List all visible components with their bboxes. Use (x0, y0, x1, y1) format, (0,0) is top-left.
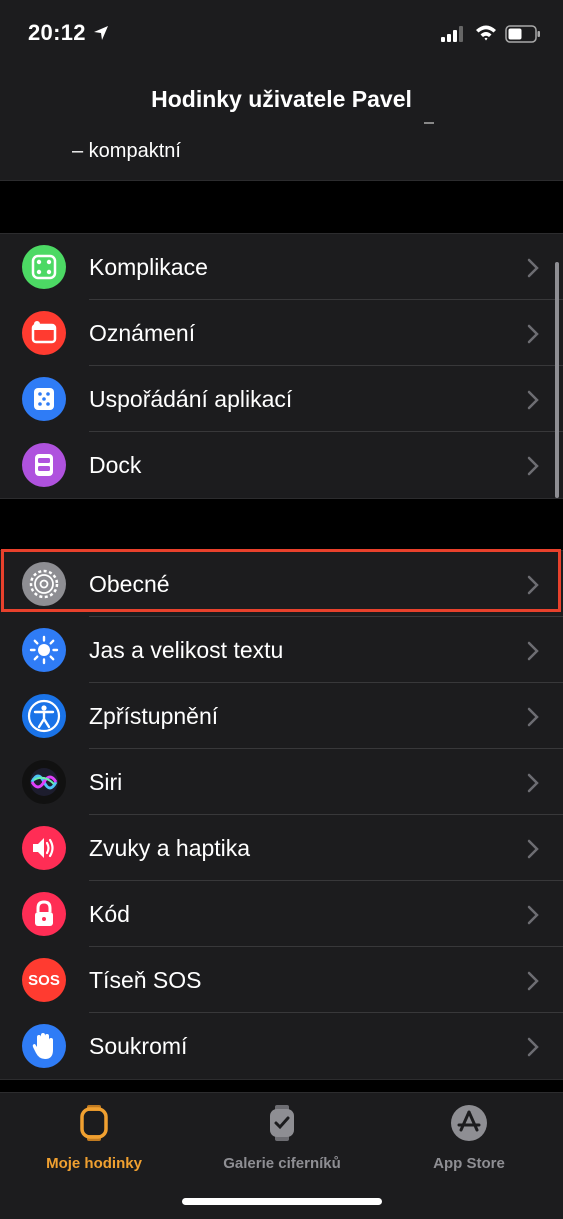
chevron-right-icon (527, 324, 539, 344)
page-title: Hodinky uživatele Pavel (151, 86, 412, 112)
face-gallery-icon (270, 1105, 294, 1141)
status-bar: 20:12 (0, 0, 563, 66)
home-indicator[interactable] (182, 1198, 382, 1205)
row-oznameni[interactable]: Oznámení (0, 300, 563, 366)
clipped-text-fragment (424, 122, 434, 124)
chevron-right-icon (527, 971, 539, 991)
row-kod[interactable]: Kód (0, 881, 563, 947)
notifications-icon (22, 311, 66, 355)
row-label: Siri (89, 769, 123, 795)
row-usporadani-aplikaci[interactable]: Uspořádání aplikací (0, 366, 563, 432)
chevron-right-icon (527, 839, 539, 859)
accessibility-icon (22, 694, 66, 738)
chevron-right-icon (527, 456, 539, 476)
partial-row-text: – kompaktní (72, 140, 181, 162)
row-tisen-sos[interactable]: SOS Tíseň SOS (0, 947, 563, 1013)
row-label: Obecné (89, 571, 170, 597)
settings-group-faces: Komplikace Oznámení Uspořádání aplikací (0, 233, 563, 499)
lock-icon (22, 892, 66, 936)
tab-app-store[interactable]: App Store (379, 1103, 559, 1172)
row-label: Komplikace (89, 254, 208, 280)
battery-icon (505, 25, 540, 43)
row-label: Jas a velikost textu (89, 637, 284, 663)
row-label: Tíseň SOS (89, 967, 202, 993)
status-time: 20:12 (28, 20, 86, 45)
app-store-icon (451, 1105, 487, 1141)
chevron-right-icon (527, 773, 539, 793)
row-soukromi[interactable]: Soukromí (0, 1013, 563, 1079)
row-dock[interactable]: Dock (0, 432, 563, 498)
partial-row[interactable]: – kompaktní (0, 122, 563, 181)
chevron-right-icon (527, 390, 539, 410)
row-obecne[interactable]: Obecné (0, 551, 563, 617)
row-label: Dock (89, 452, 142, 478)
speaker-icon (22, 826, 66, 870)
siri-icon (22, 760, 66, 804)
dock-icon (22, 443, 66, 487)
chevron-right-icon (527, 707, 539, 727)
privacy-hand-icon (22, 1024, 66, 1068)
navigation-bar: Hodinky uživatele Pavel (0, 66, 563, 133)
wifi-icon (476, 25, 496, 41)
row-label: Oznámení (89, 320, 196, 346)
row-komplikace[interactable]: Komplikace (0, 234, 563, 300)
app-layout-icon (22, 377, 66, 421)
settings-group-general: Obecné Jas a velikost textu Zpřístupnění… (0, 550, 563, 1080)
tab-label: Galerie ciferníků (223, 1155, 341, 1172)
cellular-signal-icon (441, 26, 463, 42)
location-arrow-icon (94, 26, 108, 40)
sos-icon-text: SOS (28, 971, 60, 989)
row-label: Uspořádání aplikací (89, 386, 293, 412)
row-siri[interactable]: Siri (0, 749, 563, 815)
row-label: Soukromí (89, 1033, 188, 1059)
chevron-right-icon (527, 575, 539, 595)
brightness-icon (22, 628, 66, 672)
chevron-right-icon (527, 1037, 539, 1057)
gear-icon (22, 562, 66, 606)
scrollbar[interactable] (555, 262, 559, 498)
chevron-right-icon (527, 641, 539, 661)
row-label: Kód (89, 901, 130, 927)
chevron-right-icon (527, 905, 539, 925)
complications-icon (22, 245, 66, 289)
row-label: Zvuky a haptika (89, 835, 251, 861)
row-jas-a-velikost-textu[interactable]: Jas a velikost textu (0, 617, 563, 683)
tab-label: Moje hodinky (46, 1155, 142, 1172)
chevron-right-icon (527, 258, 539, 278)
tab-galerie-cifernik[interactable]: Galerie ciferníků (192, 1103, 372, 1172)
row-label: Zpřístupnění (89, 703, 219, 729)
tab-moje-hodinky[interactable]: Moje hodinky (4, 1103, 184, 1172)
row-zvuky-a-haptika[interactable]: Zvuky a haptika (0, 815, 563, 881)
tab-label: App Store (433, 1155, 505, 1172)
watch-icon (80, 1105, 108, 1141)
sos-icon: SOS (22, 958, 66, 1002)
row-zpristupneni[interactable]: Zpřístupnění (0, 683, 563, 749)
